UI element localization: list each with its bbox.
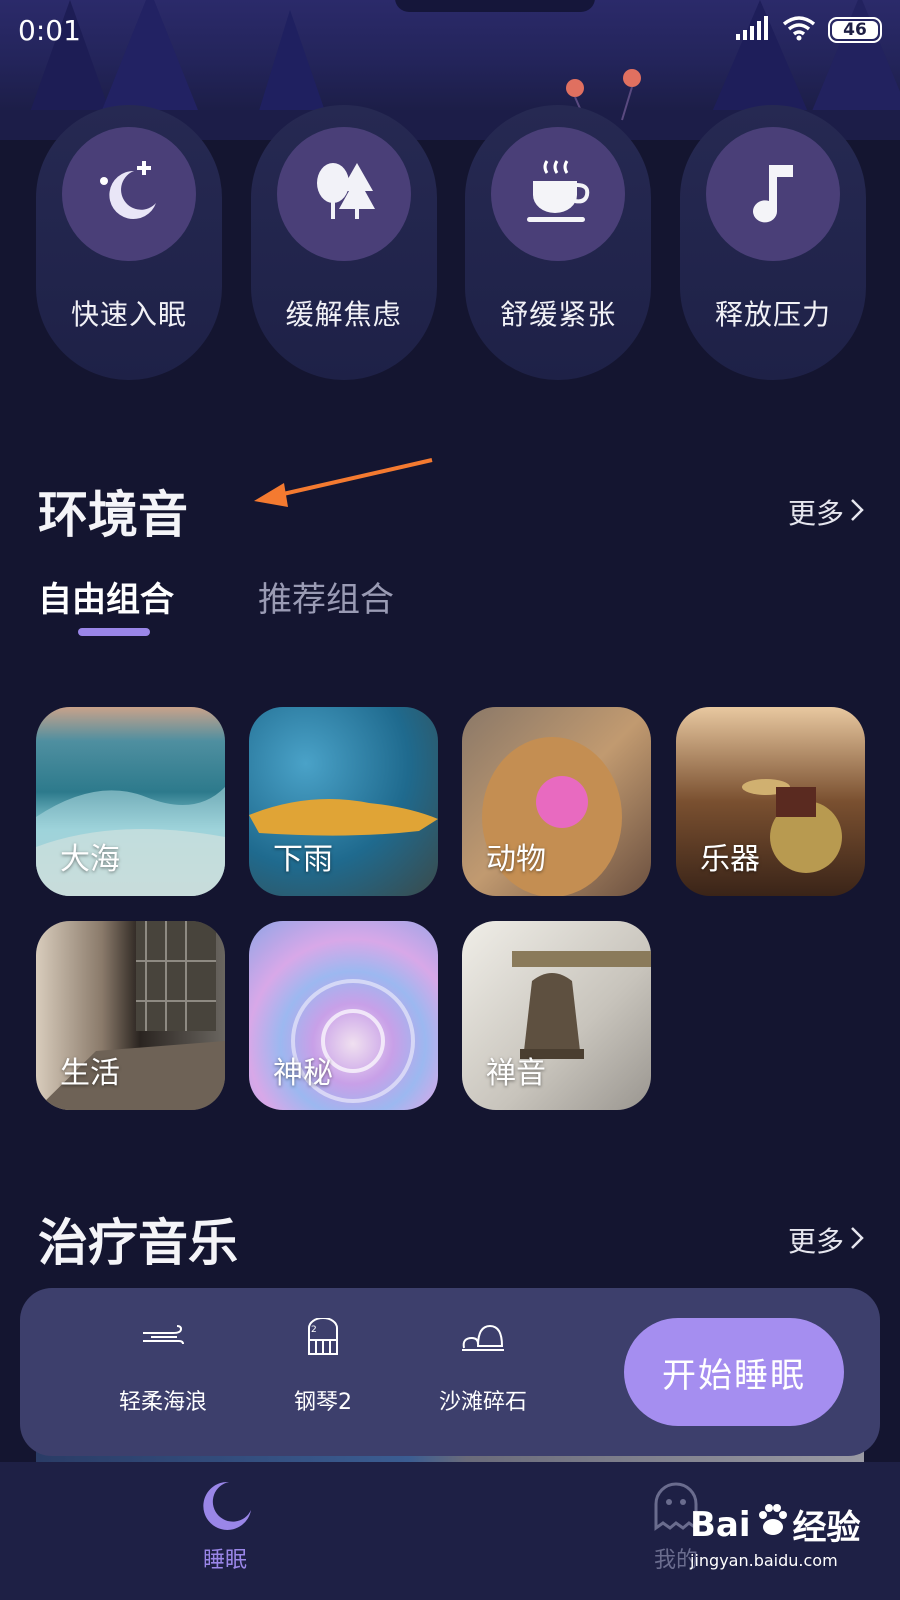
moon-icon (197, 1481, 253, 1538)
category-row: 快速入眠 缓解焦虑 舒缓紧张 释放压力 (36, 105, 866, 380)
therapy-more-link[interactable]: 更多 (788, 1220, 864, 1260)
more-label: 更多 (787, 497, 844, 530)
more-label: 更多 (787, 1225, 844, 1258)
category-label: 释放压力 (714, 298, 831, 331)
battery-indicator: 46 (828, 17, 882, 43)
sleep-mix-player: 轻柔海浪 2 钢琴2 沙滩碎石 开始睡眠 (20, 1288, 880, 1456)
signal-icon (736, 16, 770, 44)
mix-item-piano[interactable]: 2 钢琴2 (248, 1317, 398, 1416)
pebbles-icon (460, 1322, 506, 1356)
tile-label: 乐器 (700, 842, 760, 877)
tile-label: 大海 (60, 842, 120, 877)
trees-icon (309, 157, 379, 231)
start-sleep-button[interactable]: 开始睡眠 (624, 1318, 844, 1426)
sound-tile-life[interactable]: 生活 (36, 921, 225, 1110)
tile-label: 动物 (486, 842, 546, 877)
sound-tile-zen[interactable]: 禅音 (462, 921, 651, 1110)
paw-icon (755, 1503, 789, 1546)
tab-free-combo[interactable]: 自由组合 (38, 572, 174, 621)
category-relieve-tension[interactable]: 舒缓紧张 (465, 105, 652, 380)
tile-label: 禅音 (486, 1056, 546, 1091)
sound-tile-rain[interactable]: 下雨 (249, 707, 438, 896)
chevron-right-icon (850, 1224, 864, 1257)
therapy-section-title: 治疗音乐 (38, 1214, 238, 1272)
watermark-brand-cn: 经验 (792, 1508, 861, 1548)
tile-label: 下雨 (273, 842, 333, 877)
mix-label: 钢琴2 (294, 1390, 352, 1415)
nav-label: 睡眠 (202, 1548, 247, 1573)
category-ease-anxiety[interactable]: 缓解焦虑 (250, 105, 437, 380)
wifi-icon (782, 15, 816, 45)
category-label: 舒缓紧张 (500, 298, 617, 331)
piano-icon: 2 (305, 1317, 341, 1360)
chevron-right-icon (850, 496, 864, 529)
mix-label: 沙滩碎石 (438, 1390, 527, 1415)
tab-recommended-combo[interactable]: 推荐组合 (258, 572, 394, 621)
sound-tile-mystery[interactable]: 神秘 (249, 921, 438, 1110)
svg-text:2: 2 (311, 1325, 317, 1335)
mix-item-beach-pebbles[interactable]: 沙滩碎石 (408, 1318, 558, 1416)
ambient-more-link[interactable]: 更多 (788, 492, 864, 532)
annotation-arrow-icon (250, 455, 440, 519)
tile-label: 神秘 (273, 1056, 333, 1091)
category-quick-sleep[interactable]: 快速入眠 (36, 105, 222, 380)
status-bar: 0:01 46 (0, 0, 900, 60)
ambient-tabs: 自由组合 推荐组合 (38, 572, 394, 636)
category-label: 缓解焦虑 (285, 298, 402, 331)
sound-tile-animal[interactable]: 动物 (462, 707, 651, 896)
sound-tile-sea[interactable]: 大海 (36, 707, 225, 896)
battery-level: 46 (843, 20, 867, 40)
wave-wind-icon (141, 1325, 185, 1353)
status-time: 0:01 (18, 13, 81, 47)
tile-label: 生活 (60, 1056, 120, 1091)
sound-tile-instrument[interactable]: 乐器 (676, 707, 865, 896)
coffee-cup-icon (523, 157, 593, 231)
category-label: 快速入眠 (70, 298, 187, 331)
music-note-icon (743, 157, 803, 231)
active-tab-indicator (78, 628, 150, 636)
moon-star-icon (94, 157, 164, 231)
mix-label: 轻柔海浪 (118, 1390, 207, 1415)
category-release-stress[interactable]: 释放压力 (679, 105, 866, 380)
nav-item-sleep[interactable]: 睡眠 (165, 1478, 285, 1574)
baidu-jingyan-watermark: Bai 经验 jingyan.baidu.com (690, 1500, 890, 1570)
watermark-url: jingyan.baidu.com (690, 1551, 838, 1570)
ambient-section-title: 环境音 (38, 486, 188, 544)
mix-item-gentle-waves[interactable]: 轻柔海浪 (88, 1318, 238, 1416)
watermark-brand: Bai (690, 1504, 751, 1545)
